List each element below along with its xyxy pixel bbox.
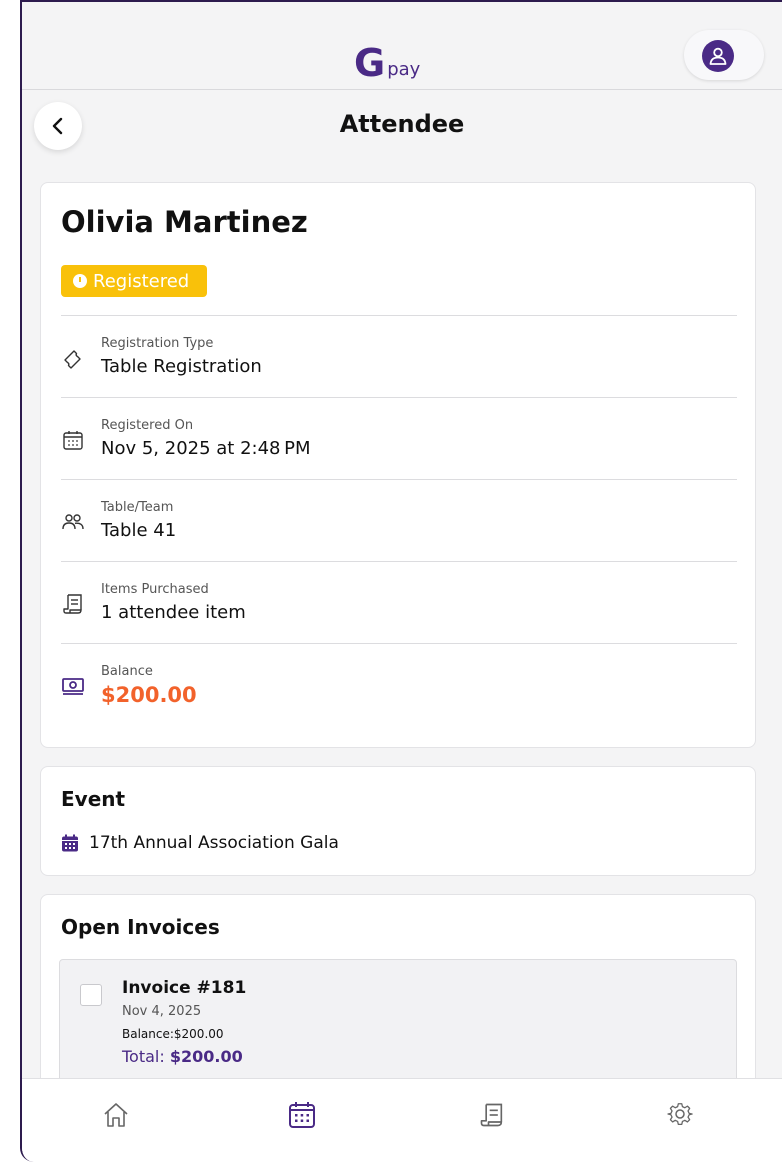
invoice-balance: Balance:$200.00 <box>122 1027 224 1041</box>
page-title: Attendee <box>339 110 465 138</box>
top-bar: G pay <box>22 2 782 90</box>
calendar-icon <box>63 431 83 450</box>
field-registration-type: Registration Type Table Registration <box>61 315 737 397</box>
field-table-team: Table/Team Table 41 <box>61 479 737 561</box>
event-name: 17th Annual Association Gala <box>89 833 339 853</box>
field-label: Balance <box>101 664 153 679</box>
gear-icon <box>667 1103 693 1126</box>
invoice-checkbox[interactable] <box>80 984 102 1006</box>
balance-value: $200.00 <box>101 683 197 707</box>
invoice-total-value: $200.00 <box>169 1047 243 1066</box>
invoice-balance-label: Balance: <box>122 1027 174 1041</box>
logo-letter: G <box>354 41 386 85</box>
attendee-card: Olivia Martinez Registered Registration … <box>40 182 756 748</box>
invoice-date: Nov 4, 2025 <box>122 1004 202 1019</box>
ticket-icon <box>64 350 81 369</box>
nav-events[interactable] <box>286 1099 318 1131</box>
app-frame: G pay Attendee Olivia Martinez Registere… <box>20 0 782 1162</box>
receipt-icon <box>63 594 82 614</box>
calendar-icon <box>289 1102 315 1128</box>
profile-button[interactable] <box>684 30 764 80</box>
field-value: 1 attendee item <box>101 602 246 623</box>
field-label: Items Purchased <box>101 582 209 597</box>
nav-settings[interactable] <box>664 1099 696 1131</box>
field-balance: Balance $200.00 <box>61 643 737 725</box>
nav-home[interactable] <box>100 1099 132 1131</box>
clock-icon <box>73 274 87 288</box>
event-card: Event 17th Annual Association Gala <box>40 766 756 876</box>
section-title: Open Invoices <box>61 915 220 939</box>
event-link[interactable]: 17th Annual Association Gala <box>61 833 339 853</box>
logo-word: pay <box>387 59 421 80</box>
field-label: Table/Team <box>101 500 174 515</box>
field-value: Table 41 <box>101 520 177 541</box>
field-items-purchased: Items Purchased 1 attendee item <box>61 561 737 643</box>
gpay-logo: G pay <box>354 32 420 82</box>
invoice-title: Invoice #181 <box>122 978 247 998</box>
bottom-nav <box>22 1078 782 1162</box>
field-value: Table Registration <box>101 356 262 377</box>
user-icon <box>702 40 734 72</box>
attendee-name: Olivia Martinez <box>61 205 308 239</box>
invoice-total: Total: $200.00 <box>122 1047 243 1066</box>
calendar-filled-icon <box>62 834 78 852</box>
people-icon <box>62 514 84 530</box>
money-icon <box>62 678 84 695</box>
status-label: Registered <box>93 270 190 292</box>
receipt-icon <box>480 1103 503 1127</box>
invoice-total-label: Total: <box>122 1047 165 1066</box>
home-icon <box>104 1103 128 1127</box>
invoice-balance-value: $200.00 <box>173 1027 224 1041</box>
section-title: Event <box>61 787 126 811</box>
field-registered-on: Registered On Nov 5, 2025 at 2:48 PM <box>61 397 737 479</box>
status-badge: Registered <box>61 265 208 297</box>
field-label: Registered On <box>101 418 194 433</box>
field-value: Nov 5, 2025 at 2:48 PM <box>101 438 311 459</box>
nav-invoices[interactable] <box>476 1099 508 1131</box>
field-label: Registration Type <box>101 336 214 351</box>
